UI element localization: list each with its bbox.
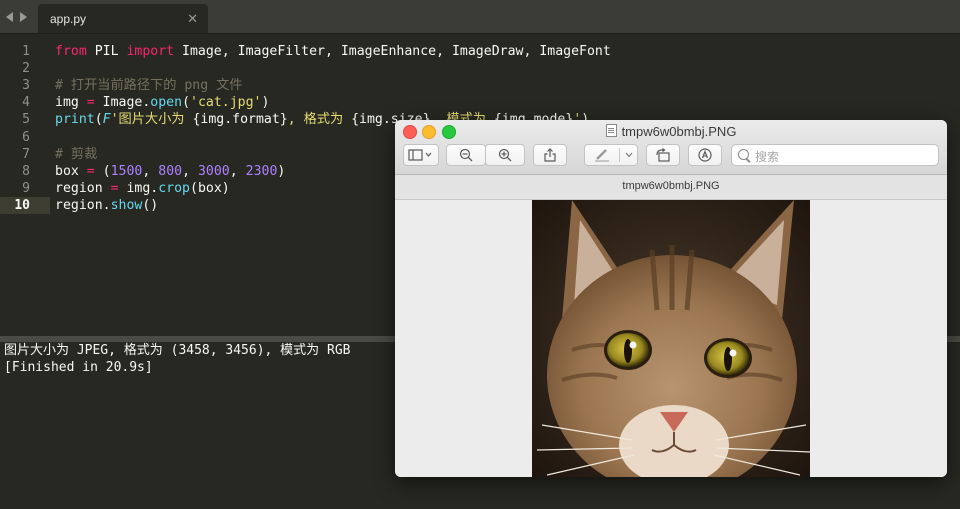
code-token: = (86, 95, 95, 111)
cat-face-photo (532, 200, 810, 477)
code-token: , (142, 163, 159, 179)
line-number: 9 (22, 180, 30, 196)
code-text: region = img.crop(box) (55, 180, 230, 197)
line-number: 8 (22, 163, 30, 179)
code-token: crop (158, 180, 190, 196)
code-token: 1500 (110, 163, 143, 179)
share-button[interactable] (533, 144, 567, 166)
code-token: # 打开当前路径下的 png 文件 (55, 78, 243, 94)
markup-pen-icon (585, 145, 619, 165)
line-number: 2 (22, 61, 30, 77)
code-token: Image. (94, 95, 151, 111)
preview-content[interactable] (395, 200, 947, 477)
preview-titlebar: tmpw6w0bmbj.PNG 搜索 (395, 120, 947, 175)
preview-title: tmpw6w0bmbj.PNG (395, 124, 947, 139)
code-token: img. (118, 180, 159, 196)
share-icon (534, 145, 566, 165)
code-token: Image, ImageFilter, ImageEnhance, ImageD… (174, 44, 611, 59)
zoom-in-button[interactable] (485, 144, 525, 166)
line-number: 1 (22, 44, 30, 59)
annotate-button[interactable] (688, 144, 722, 166)
code-token: 800 (158, 163, 183, 179)
code-token: region. (55, 197, 111, 213)
code-token: , (182, 163, 198, 179)
line-number: 10 (14, 197, 30, 213)
code-token: open (150, 95, 183, 111)
chevron-down-icon[interactable] (619, 145, 638, 165)
output-line: 图片大小为 JPEG, 格式为 (3458, 3456), 模式为 RGB (4, 343, 351, 358)
code-token: ) (277, 163, 286, 179)
preview-window: tmpw6w0bmbj.PNG 搜索 tmpw6w0bmbj.PNG (395, 120, 947, 477)
tab-app-py[interactable]: app.py ✕ (38, 4, 208, 34)
code-token: box (55, 163, 87, 179)
code-line[interactable]: 3 # 打开当前路径下的 png 文件 (0, 77, 960, 94)
code-token: ( (94, 112, 103, 128)
document-icon (605, 124, 617, 137)
zoom-out-icon (447, 145, 485, 165)
code-text: region.show() (55, 197, 158, 214)
code-token: {img.format} (192, 112, 288, 128)
line-number: 6 (22, 129, 30, 145)
code-token: F (102, 112, 111, 128)
annotate-icon (689, 145, 721, 165)
line-number: 7 (22, 146, 30, 162)
editor-tab-bar: app.py ✕ (0, 0, 960, 34)
output-line: [Finished in 20.9s] (4, 360, 153, 375)
sidebar-icon (404, 145, 438, 165)
code-text: from PIL import Image, ImageFilter, Imag… (55, 43, 611, 60)
zoom-in-icon (486, 145, 524, 165)
code-line[interactable]: 4 img = Image.open('cat.jpg') (0, 94, 960, 111)
rotate-icon (647, 145, 679, 165)
code-token: ( (182, 95, 191, 111)
code-token: ) (261, 95, 270, 111)
code-token: region (55, 180, 111, 196)
code-token: from (55, 44, 87, 59)
code-token: , (229, 163, 246, 179)
close-icon[interactable]: ✕ (187, 11, 198, 27)
code-token: = (86, 163, 95, 179)
code-token: = (110, 180, 119, 196)
tab-prev-icon[interactable] (6, 12, 13, 22)
markup-button[interactable] (584, 144, 638, 166)
search-icon (738, 149, 749, 160)
code-token: (box) (190, 180, 230, 196)
search-placeholder: 搜索 (755, 150, 780, 164)
code-token: import (126, 44, 175, 59)
code-token: 2300 (245, 163, 278, 179)
line-number: 5 (22, 112, 30, 128)
code-line[interactable]: 2 (0, 60, 960, 77)
sidebar-toggle-button[interactable] (403, 144, 439, 166)
code-text: box = (1500, 800, 3000, 2300) (55, 163, 285, 180)
code-text: # 剪裁 (55, 146, 97, 163)
preview-title-text: tmpw6w0bmbj.PNG (621, 124, 737, 139)
document-title-bar: tmpw6w0bmbj.PNG (395, 175, 947, 200)
line-number: 4 (22, 95, 30, 111)
code-token: show (110, 197, 143, 213)
search-input[interactable]: 搜索 (731, 144, 939, 166)
tab-nav-arrows[interactable] (6, 10, 32, 24)
code-token: img (55, 95, 87, 111)
code-token: 'cat.jpg' (190, 95, 262, 111)
code-token: () (142, 197, 159, 213)
code-token: # 剪裁 (55, 146, 98, 162)
rotate-button[interactable] (646, 144, 680, 166)
tab-filename: app.py (50, 12, 87, 26)
code-token: '图片大小为 (110, 112, 193, 128)
code-token: PIL (86, 44, 127, 59)
line-number: 3 (22, 78, 30, 94)
code-token: 3000 (197, 163, 230, 179)
code-token: print (55, 112, 95, 128)
zoom-out-button[interactable] (446, 144, 486, 166)
code-text: img = Image.open('cat.jpg') (55, 94, 269, 111)
code-text: # 打开当前路径下的 png 文件 (55, 77, 242, 94)
code-line[interactable]: 1 from PIL import Image, ImageFilter, Ima… (0, 43, 960, 60)
document-title: tmpw6w0bmbj.PNG (622, 180, 720, 192)
code-token: , 格式为 (287, 112, 352, 128)
tab-next-icon[interactable] (20, 12, 27, 22)
code-token: ( (94, 163, 111, 179)
